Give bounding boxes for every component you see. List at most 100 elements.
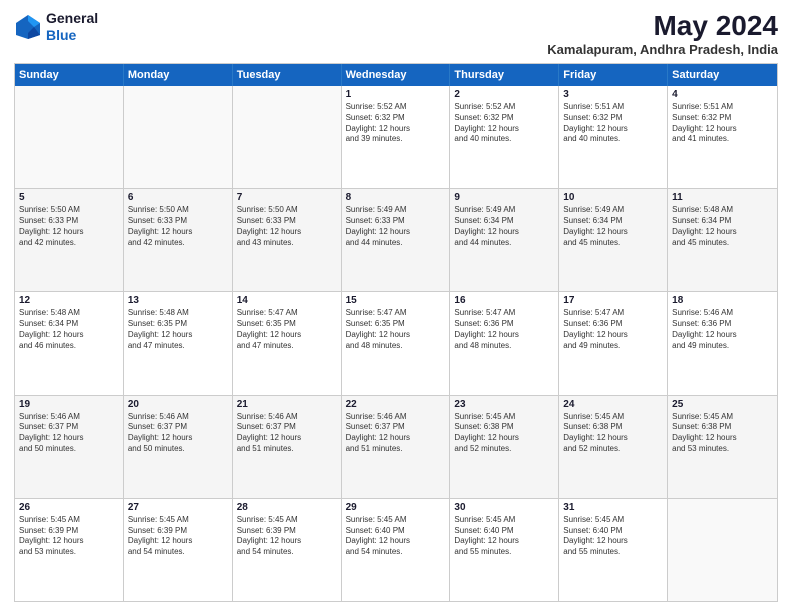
cal-day-16: 16Sunrise: 5:47 AM Sunset: 6:36 PM Dayli… [450, 292, 559, 394]
logo-text: General Blue [46, 10, 98, 44]
calendar: SundayMondayTuesdayWednesdayThursdayFrid… [14, 63, 778, 602]
day-info: Sunrise: 5:50 AM Sunset: 6:33 PM Dayligh… [237, 205, 337, 248]
cal-day-22: 22 Sunrise: 5:46 AM Sunset: 6:37 PM Dayli… [342, 396, 451, 498]
cal-day-2: 2 Sunrise: 5:52 AM Sunset: 6:32 PM Daylig… [450, 86, 559, 188]
day-info: Sunrise: 5:48 AM Sunset: 6:34 PM Dayligh… [672, 205, 773, 248]
cal-day-1: 1Sunrise: 5:52 AM Sunset: 6:32 PM Daylig… [342, 86, 451, 188]
day-info: Sunrise: 5:52 AM Sunset: 6:32 PM Dayligh… [346, 102, 446, 145]
day-number: 3 [563, 89, 663, 100]
day-number: 6 [128, 192, 228, 203]
cal-day-23: 23Sunrise: 5:45 AM Sunset: 6:38 PM Dayli… [450, 396, 559, 498]
day-number: 17 [563, 295, 663, 306]
page: General Blue May 2024 Kamalapuram, Andhr… [0, 0, 792, 612]
day-info: Sunrise: 5:45 AM Sunset: 6:38 PM Dayligh… [563, 412, 663, 455]
cal-day-30: 30Sunrise: 5:45 AM Sunset: 6:40 PM Dayli… [450, 499, 559, 601]
day-info: Sunrise: 5:47 AM Sunset: 6:35 PM Dayligh… [346, 308, 446, 351]
day-number: 12 [19, 295, 119, 306]
day-info: Sunrise: 5:49 AM Sunset: 6:34 PM Dayligh… [454, 205, 554, 248]
title-block: May 2024 Kamalapuram, Andhra Pradesh, In… [547, 10, 778, 57]
cal-empty [15, 86, 124, 188]
day-info: Sunrise: 5:46 AM Sunset: 6:36 PM Dayligh… [672, 308, 773, 351]
day-number: 4 [672, 89, 773, 100]
weekday-header-friday: Friday [559, 64, 668, 86]
cal-day-12: 12 Sunrise: 5:48 AM Sunset: 6:34 PM Dayli… [15, 292, 124, 394]
day-info: Sunrise: 5:45 AM Sunset: 6:40 PM Dayligh… [346, 515, 446, 558]
day-number: 26 [19, 502, 119, 513]
cal-day-6: 6 Sunrise: 5:50 AM Sunset: 6:33 PM Daylig… [124, 189, 233, 291]
weekday-header-sunday: Sunday [15, 64, 124, 86]
cal-day-4: 4 Sunrise: 5:51 AM Sunset: 6:32 PM Daylig… [668, 86, 777, 188]
day-number: 5 [19, 192, 119, 203]
day-number: 9 [454, 192, 554, 203]
day-info: Sunrise: 5:48 AM Sunset: 6:34 PM Dayligh… [19, 308, 119, 351]
day-number: 20 [128, 399, 228, 410]
cal-day-5: 5 Sunrise: 5:50 AM Sunset: 6:33 PM Daylig… [15, 189, 124, 291]
cal-day-14: 14 Sunrise: 5:47 AM Sunset: 6:35 PM Dayli… [233, 292, 342, 394]
day-number: 19 [19, 399, 119, 410]
cal-day-21: 21 Sunrise: 5:46 AM Sunset: 6:37 PM Dayli… [233, 396, 342, 498]
calendar-header: SundayMondayTuesdayWednesdayThursdayFrid… [15, 64, 777, 86]
cal-day-11: 11 Sunrise: 5:48 AM Sunset: 6:34 PM Dayli… [668, 189, 777, 291]
day-info: Sunrise: 5:45 AM Sunset: 6:39 PM Dayligh… [237, 515, 337, 558]
day-info: Sunrise: 5:47 AM Sunset: 6:36 PM Dayligh… [454, 308, 554, 351]
day-info: Sunrise: 5:50 AM Sunset: 6:33 PM Dayligh… [19, 205, 119, 248]
day-number: 2 [454, 89, 554, 100]
cal-day-9: 9 Sunrise: 5:49 AM Sunset: 6:34 PM Daylig… [450, 189, 559, 291]
cal-day-13: 13 Sunrise: 5:48 AM Sunset: 6:35 PM Dayli… [124, 292, 233, 394]
day-info: Sunrise: 5:46 AM Sunset: 6:37 PM Dayligh… [19, 412, 119, 455]
day-info: Sunrise: 5:52 AM Sunset: 6:32 PM Dayligh… [454, 102, 554, 145]
day-info: Sunrise: 5:46 AM Sunset: 6:37 PM Dayligh… [346, 412, 446, 455]
day-info: Sunrise: 5:49 AM Sunset: 6:34 PM Dayligh… [563, 205, 663, 248]
cal-day-17: 17 Sunrise: 5:47 AM Sunset: 6:36 PM Dayli… [559, 292, 668, 394]
logo-general: General [46, 10, 98, 27]
day-number: 15 [346, 295, 446, 306]
day-info: Sunrise: 5:46 AM Sunset: 6:37 PM Dayligh… [128, 412, 228, 455]
day-info: Sunrise: 5:45 AM Sunset: 6:39 PM Dayligh… [128, 515, 228, 558]
day-number: 13 [128, 295, 228, 306]
day-info: Sunrise: 5:45 AM Sunset: 6:38 PM Dayligh… [454, 412, 554, 455]
weekday-header-monday: Monday [124, 64, 233, 86]
day-info: Sunrise: 5:51 AM Sunset: 6:32 PM Dayligh… [672, 102, 773, 145]
day-info: Sunrise: 5:47 AM Sunset: 6:36 PM Dayligh… [563, 308, 663, 351]
cal-empty [668, 499, 777, 601]
day-number: 21 [237, 399, 337, 410]
day-info: Sunrise: 5:45 AM Sunset: 6:39 PM Dayligh… [19, 515, 119, 558]
cal-day-26: 26 Sunrise: 5:45 AM Sunset: 6:39 PM Dayli… [15, 499, 124, 601]
calendar-row-0: 1Sunrise: 5:52 AM Sunset: 6:32 PM Daylig… [15, 86, 777, 188]
weekday-header-saturday: Saturday [668, 64, 777, 86]
cal-day-19: 19 Sunrise: 5:46 AM Sunset: 6:37 PM Dayli… [15, 396, 124, 498]
day-info: Sunrise: 5:50 AM Sunset: 6:33 PM Dayligh… [128, 205, 228, 248]
calendar-row-1: 5 Sunrise: 5:50 AM Sunset: 6:33 PM Daylig… [15, 188, 777, 291]
header: General Blue May 2024 Kamalapuram, Andhr… [14, 10, 778, 57]
day-info: Sunrise: 5:51 AM Sunset: 6:32 PM Dayligh… [563, 102, 663, 145]
day-info: Sunrise: 5:48 AM Sunset: 6:35 PM Dayligh… [128, 308, 228, 351]
location: Kamalapuram, Andhra Pradesh, India [547, 42, 778, 57]
day-info: Sunrise: 5:45 AM Sunset: 6:40 PM Dayligh… [563, 515, 663, 558]
cal-day-20: 20 Sunrise: 5:46 AM Sunset: 6:37 PM Dayli… [124, 396, 233, 498]
cal-empty [233, 86, 342, 188]
cal-day-7: 7 Sunrise: 5:50 AM Sunset: 6:33 PM Daylig… [233, 189, 342, 291]
day-number: 7 [237, 192, 337, 203]
logo: General Blue [14, 10, 98, 44]
cal-day-3: 3 Sunrise: 5:51 AM Sunset: 6:32 PM Daylig… [559, 86, 668, 188]
day-info: Sunrise: 5:45 AM Sunset: 6:40 PM Dayligh… [454, 515, 554, 558]
day-info: Sunrise: 5:45 AM Sunset: 6:38 PM Dayligh… [672, 412, 773, 455]
cal-day-29: 29 Sunrise: 5:45 AM Sunset: 6:40 PM Dayli… [342, 499, 451, 601]
calendar-row-3: 19 Sunrise: 5:46 AM Sunset: 6:37 PM Dayli… [15, 395, 777, 498]
logo-icon [14, 13, 42, 41]
day-info: Sunrise: 5:47 AM Sunset: 6:35 PM Dayligh… [237, 308, 337, 351]
calendar-row-4: 26 Sunrise: 5:45 AM Sunset: 6:39 PM Dayli… [15, 498, 777, 601]
calendar-body: 1Sunrise: 5:52 AM Sunset: 6:32 PM Daylig… [15, 86, 777, 601]
month-year: May 2024 [547, 10, 778, 42]
day-number: 14 [237, 295, 337, 306]
day-number: 29 [346, 502, 446, 513]
cal-empty [124, 86, 233, 188]
calendar-row-2: 12 Sunrise: 5:48 AM Sunset: 6:34 PM Dayli… [15, 291, 777, 394]
cal-day-27: 27Sunrise: 5:45 AM Sunset: 6:39 PM Dayli… [124, 499, 233, 601]
day-number: 22 [346, 399, 446, 410]
weekday-header-wednesday: Wednesday [342, 64, 451, 86]
day-number: 11 [672, 192, 773, 203]
day-info: Sunrise: 5:46 AM Sunset: 6:37 PM Dayligh… [237, 412, 337, 455]
cal-day-18: 18Sunrise: 5:46 AM Sunset: 6:36 PM Dayli… [668, 292, 777, 394]
day-number: 31 [563, 502, 663, 513]
